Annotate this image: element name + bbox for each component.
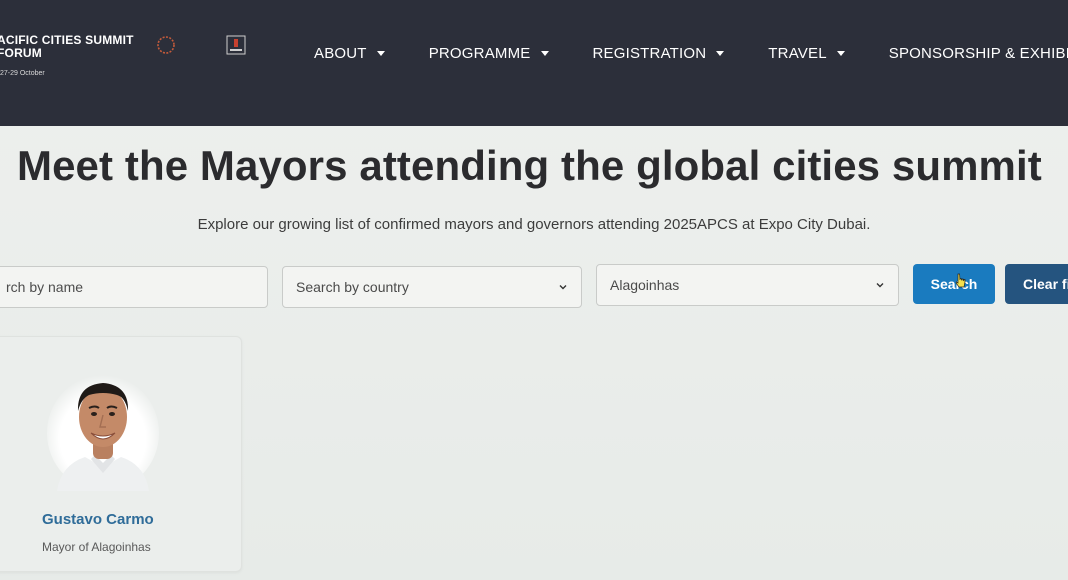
nav-item-label: SPONSORSHIP & EXHIBITION	[888, 44, 1068, 62]
search-button[interactable]: Search	[913, 264, 995, 304]
nav-item-label: ABOUT	[314, 44, 367, 62]
partner-logo-expo	[132, 28, 200, 62]
site-logo[interactable]: ACIFIC CITIES SUMMIT FORUM 27-29 October	[0, 33, 140, 78]
city-select[interactable]: Alagoinhas	[596, 264, 899, 306]
chevron-down-icon	[559, 285, 567, 290]
country-select-value: Search by country	[296, 279, 409, 295]
nav-item-registration[interactable]: REGISTRATION	[593, 45, 725, 62]
nav-item-label: TRAVEL	[768, 44, 827, 62]
nav-item-label: PROGRAMME	[428, 44, 531, 62]
clear-filters-button[interactable]: Clear fi	[1005, 264, 1068, 304]
pointer-cursor-icon	[955, 273, 966, 288]
page-subtitle: Explore our growing list of confirmed ma…	[197, 216, 871, 233]
nav-item-about[interactable]: ABOUT	[314, 45, 385, 62]
mayor-role: Mayor of Alagoinhas	[42, 540, 151, 554]
nav-item-programme[interactable]: PROGRAMME	[429, 45, 549, 62]
expo-ring-icon	[157, 36, 175, 54]
main-nav: ABOUT PROGRAMME REGISTRATION TRAVEL SPON…	[314, 42, 1068, 64]
brand-dates: 27-29 October	[0, 70, 45, 77]
nav-item-label: REGISTRATION	[592, 44, 707, 62]
search-by-name-input[interactable]	[0, 266, 268, 308]
caret-down-icon	[540, 50, 549, 56]
caret-down-icon	[836, 50, 845, 56]
country-select[interactable]: Search by country	[282, 266, 582, 308]
nav-item-travel[interactable]: TRAVEL	[768, 44, 845, 62]
brand-title: ACIFIC CITIES SUMMIT FORUM	[0, 33, 134, 60]
mayor-avatar	[47, 375, 159, 491]
page: ACIFIC CITIES SUMMIT FORUM 27-29 October…	[0, 0, 1068, 580]
caret-down-icon	[376, 50, 385, 56]
city-select-value: Alagoinhas	[610, 277, 680, 293]
host-emblem-icon	[226, 35, 246, 55]
caret-down-icon	[716, 50, 725, 56]
mayor-name[interactable]: Gustavo Carmo	[42, 511, 154, 528]
partner-logo-host	[202, 28, 270, 62]
nav-item-sponsorship[interactable]: SPONSORSHIP & EXHIBITION	[889, 45, 1068, 62]
mayor-card[interactable]: Gustavo Carmo Mayor of Alagoinhas	[0, 336, 242, 572]
chevron-down-icon	[876, 283, 884, 288]
page-title: Meet the Mayors attending the global cit…	[17, 142, 1042, 189]
site-header: ACIFIC CITIES SUMMIT FORUM 27-29 October…	[0, 0, 1068, 126]
